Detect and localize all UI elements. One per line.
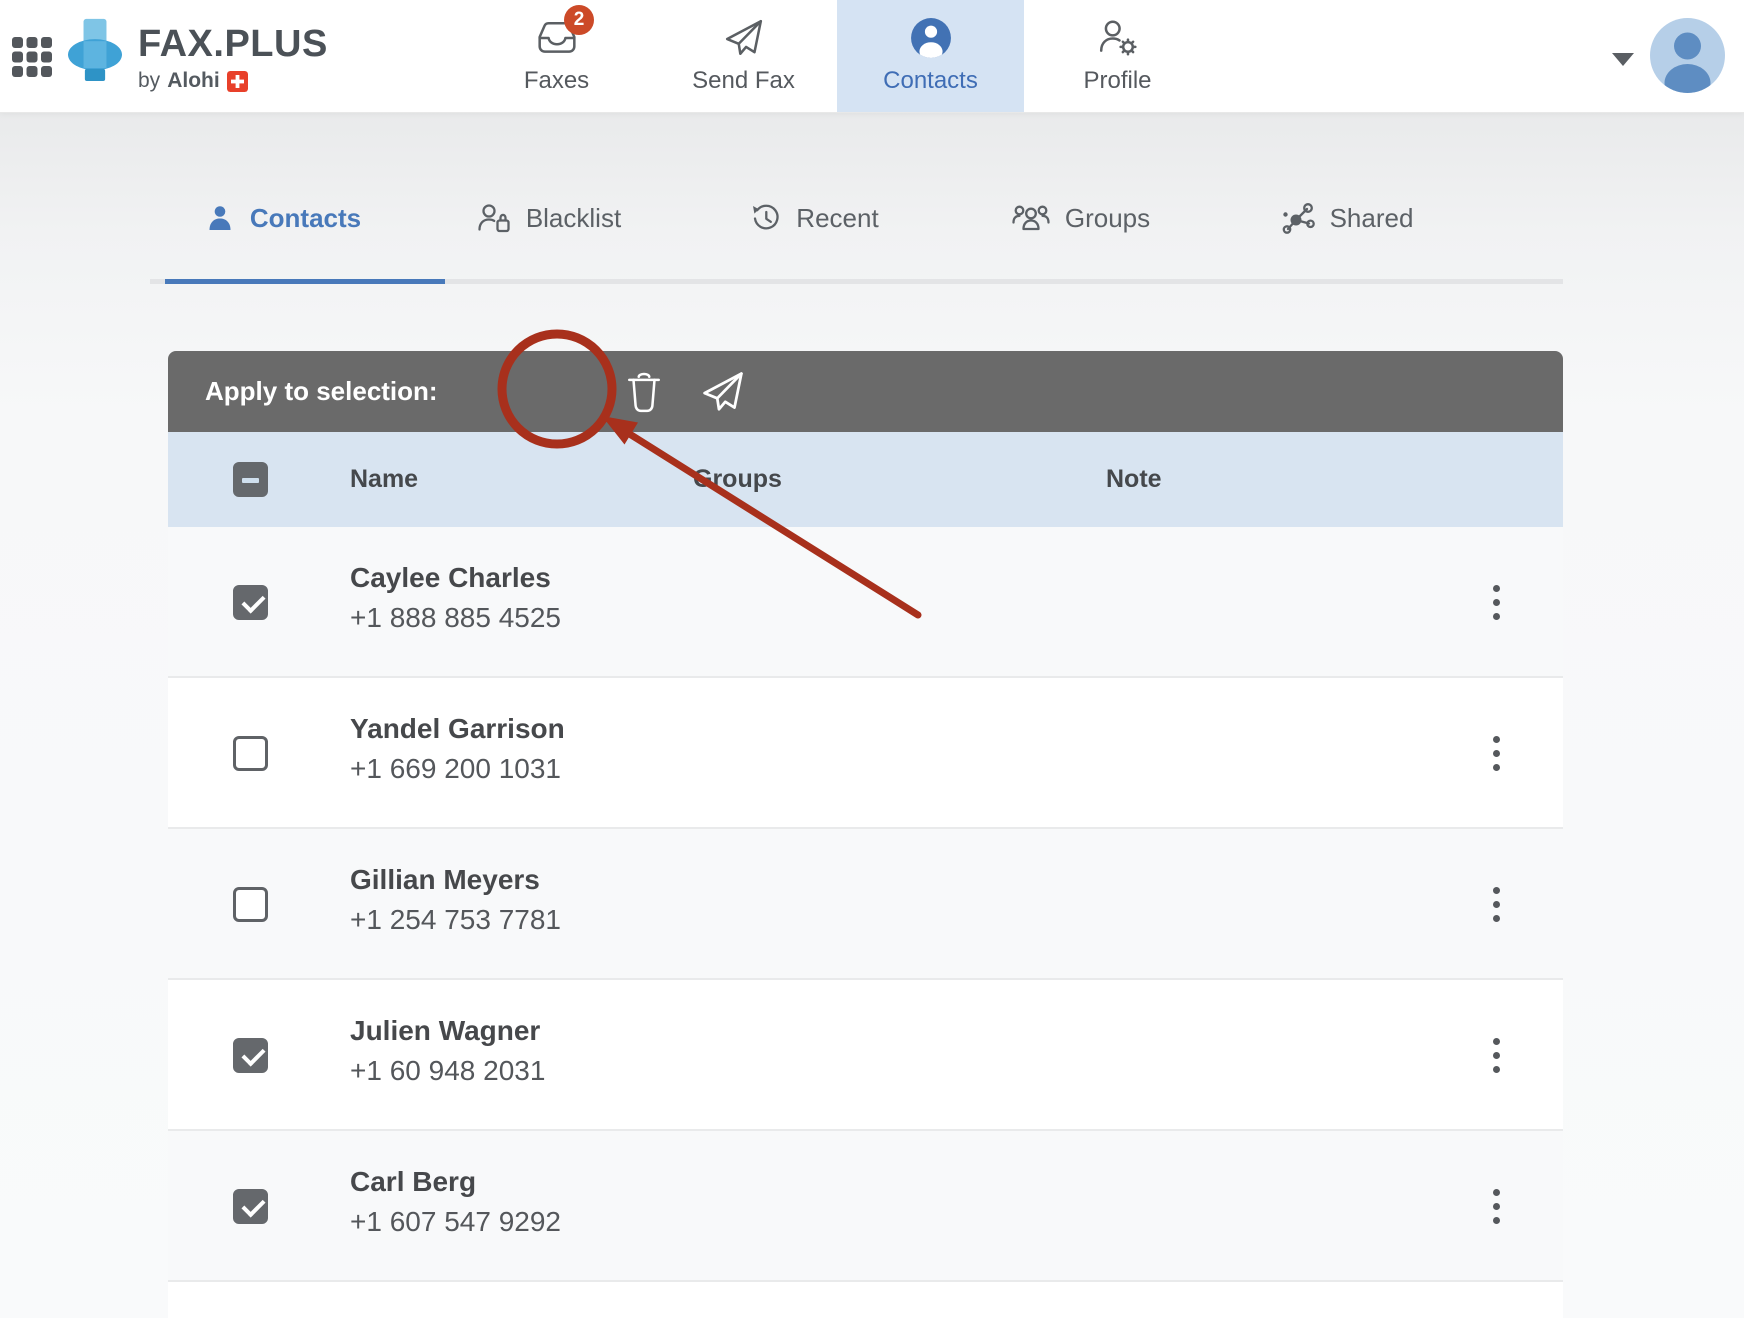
tab-blacklist[interactable]: Blacklist [416, 182, 682, 254]
delete-selection-button[interactable] [626, 351, 670, 432]
table-row[interactable]: Julien Wagner +1 60 948 2031 [168, 980, 1563, 1131]
contacts-table-header: Name Groups Note [168, 432, 1563, 527]
select-all-checkbox[interactable] [233, 462, 268, 497]
table-row[interactable]: Caylee Charles +1 888 885 4525 [168, 527, 1563, 678]
share-network-icon [1281, 202, 1315, 234]
contact-phone: +1 669 200 1031 [350, 753, 561, 785]
contact-name: Yandel Garrison [350, 713, 565, 745]
tab-recent[interactable]: Recent [682, 182, 948, 254]
person-icon [205, 203, 235, 233]
contact-phone: +1 888 885 4525 [350, 602, 561, 634]
app-grid-icon[interactable] [12, 37, 52, 77]
send-fax-to-selection-button[interactable] [699, 351, 747, 432]
row-checkbox[interactable] [233, 736, 268, 771]
column-header-groups: Groups [693, 432, 782, 527]
row-menu-button[interactable] [1478, 1176, 1514, 1236]
trash-icon [626, 371, 662, 413]
contact-phone: +1 254 753 7781 [350, 904, 561, 936]
contact-name: Gillian Meyers [350, 864, 540, 896]
contact-phone: +1 60 948 2031 [350, 1055, 545, 1087]
nav-label: Faxes [524, 67, 589, 95]
row-menu-button[interactable] [1478, 572, 1514, 632]
main-nav: Faxes 2 Send Fax Contacts [463, 0, 1211, 112]
contact-name: Caylee Charles [350, 562, 551, 594]
contact-name: Julien Wagner [350, 1015, 540, 1047]
caret-down-icon[interactable] [1612, 53, 1634, 66]
brand-byline: byAlohi [138, 69, 328, 93]
fax-logo-icon [68, 18, 122, 90]
nav-label: Send Fax [692, 67, 795, 95]
active-tab-underline [165, 279, 445, 284]
row-checkbox[interactable] [233, 585, 268, 620]
toolbar-label: Apply to selection: [205, 376, 438, 407]
tab-groups[interactable]: Groups [948, 182, 1214, 254]
person-circle-icon [910, 17, 952, 59]
row-menu-button[interactable] [1478, 723, 1514, 783]
paper-plane-icon [723, 17, 765, 59]
contacts-table-body: Caylee Charles +1 888 885 4525 Yandel Ga… [168, 527, 1563, 1318]
contact-phone: +1 607 547 9292 [350, 1206, 561, 1238]
avatar-person-icon [1650, 18, 1725, 93]
paper-plane-icon [699, 369, 747, 415]
row-checkbox[interactable] [233, 1038, 268, 1073]
people-icon [1012, 203, 1050, 233]
contact-name: Carl Berg [350, 1166, 476, 1198]
column-header-name: Name [350, 432, 418, 527]
nav-item-send-fax[interactable]: Send Fax [650, 0, 837, 112]
row-checkbox[interactable] [233, 1189, 268, 1224]
nav-label: Contacts [883, 67, 978, 95]
person-lock-icon [477, 203, 511, 233]
apply-to-selection-toolbar: Apply to selection: [168, 351, 1563, 432]
brand-name: FAX.PLUS [138, 21, 328, 67]
swiss-flag-icon [227, 71, 248, 92]
column-header-note: Note [1106, 432, 1162, 527]
tab-contacts[interactable]: Contacts [150, 182, 416, 254]
nav-item-contacts[interactable]: Contacts [837, 0, 1024, 112]
table-row[interactable]: Carl Berg +1 607 547 9292 [168, 1131, 1563, 1282]
row-menu-button[interactable] [1478, 1025, 1514, 1085]
faxes-badge: 2 [564, 5, 594, 35]
contacts-tab-bar: Contacts Blacklist Recent [150, 182, 1563, 285]
history-icon [751, 203, 781, 233]
table-row[interactable]: Yandel Garrison +1 669 200 1031 [168, 678, 1563, 829]
person-gear-icon [1097, 17, 1139, 59]
table-row-partial [168, 1282, 1563, 1318]
row-menu-button[interactable] [1478, 874, 1514, 934]
table-row[interactable]: Gillian Meyers +1 254 753 7781 [168, 829, 1563, 980]
nav-item-faxes[interactable]: Faxes 2 [463, 0, 650, 112]
brand-logo[interactable]: FAX.PLUS byAlohi [68, 14, 328, 93]
tab-shared[interactable]: Shared [1214, 182, 1480, 254]
avatar[interactable] [1650, 18, 1725, 93]
row-checkbox[interactable] [233, 887, 268, 922]
top-bar: FAX.PLUS byAlohi Faxes 2 [0, 0, 1744, 112]
nav-label: Profile [1083, 67, 1151, 95]
nav-item-profile[interactable]: Profile [1024, 0, 1211, 112]
